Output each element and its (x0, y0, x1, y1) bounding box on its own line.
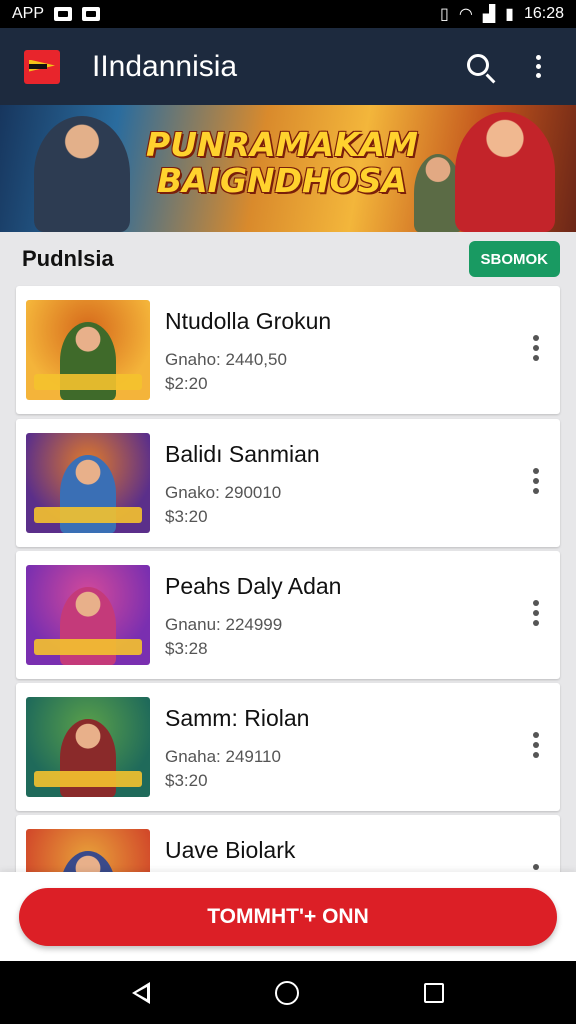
item-title: Samm: Riolan (165, 705, 310, 731)
item-more-button[interactable] (524, 725, 548, 765)
search-button[interactable] (458, 45, 502, 89)
item-thumbnail (26, 433, 150, 533)
battery-icon: ▮ (505, 6, 514, 23)
item-price: $3:20 (165, 507, 208, 526)
flag-icon[interactable] (24, 49, 60, 84)
banner-title-line2: BAIGNDHOSA (156, 161, 408, 201)
primary-cta-button[interactable]: TOMMHT'+ ONN (19, 888, 557, 946)
status-time: 16:28 (523, 5, 564, 22)
item-price: $3:20 (165, 771, 208, 790)
back-icon[interactable] (132, 981, 151, 1004)
notification-icon (54, 7, 73, 21)
item-subtitle: Gnanu: 224999 (165, 615, 283, 634)
item-more-button[interactable] (524, 328, 548, 368)
system-nav-bar (0, 961, 576, 1024)
recents-icon[interactable] (423, 982, 444, 1003)
banner-hero-right (455, 112, 555, 232)
more-vert-icon (533, 335, 539, 361)
item-title: Balidı Sanmian (165, 441, 320, 467)
item-thumbnail (26, 565, 150, 665)
list-item[interactable]: Peahs Daly Adan Gnanu: 224999 $3:28 (16, 551, 560, 679)
signal-icon: ▟ (482, 6, 496, 23)
app-title: IIndannisia (92, 49, 238, 83)
video-notification-icon (82, 7, 101, 21)
item-thumbnail (26, 697, 150, 797)
banner-hero-left (34, 116, 130, 232)
item-thumbnail (26, 300, 150, 400)
section-header: Pudnlsia SBOMOK (0, 232, 576, 286)
vibrate-icon: ▯ (440, 6, 449, 23)
search-icon (467, 53, 489, 76)
more-vert-icon (533, 600, 539, 626)
status-right: ▯ ◠ ▟ ▮ 16:28 (440, 4, 564, 24)
wifi-icon: ◠ (458, 6, 473, 23)
more-vert-icon (535, 55, 541, 78)
item-more-button[interactable] (524, 593, 548, 633)
banner-title-line1: PUNRAMAKAM (146, 125, 418, 164)
item-more-button[interactable] (524, 461, 548, 501)
section-title: Pudnlsia (22, 246, 114, 271)
item-subtitle: Gnako: 290010 (165, 483, 282, 502)
item-title: Peahs Daly Adan (165, 573, 342, 599)
item-title: Uave Biolark (165, 837, 296, 863)
list-item[interactable]: Balidı Sanmian Gnako: 290010 $3:20 (16, 419, 560, 547)
item-subtitle: Gnaho: 2440,50 (165, 350, 287, 369)
section-action-button[interactable]: SBOMOK (468, 241, 560, 277)
item-subtitle: Gnaha: 249110 (165, 747, 281, 766)
status-app-label: APP (12, 5, 45, 22)
promo-banner[interactable]: PUNRAMAKAM BAIGNDHOSA (0, 105, 576, 232)
overflow-menu-button[interactable] (516, 45, 560, 89)
more-vert-icon (533, 468, 539, 494)
list-item[interactable]: Ntudolla Grokun Gnaho: 2440,50 $2:20 (16, 286, 560, 414)
item-title: Ntudolla Grokun (165, 308, 332, 334)
item-price: $2:20 (165, 374, 208, 393)
item-price: $3:28 (165, 639, 208, 658)
banner-title: PUNRAMAKAM BAIGNDHOSA (137, 125, 427, 201)
list-item[interactable]: Samm: Riolan Gnaha: 249110 $3:20 (16, 683, 560, 811)
bottom-action-area: TOMMHT'+ ONN (0, 872, 576, 961)
more-vert-icon (533, 732, 539, 758)
status-bar: APP ▯ ◠ ▟ ▮ 16:28 (0, 0, 576, 28)
status-left: APP (12, 5, 101, 23)
home-icon[interactable] (274, 980, 299, 1005)
app-bar: IIndannisia (0, 28, 576, 105)
